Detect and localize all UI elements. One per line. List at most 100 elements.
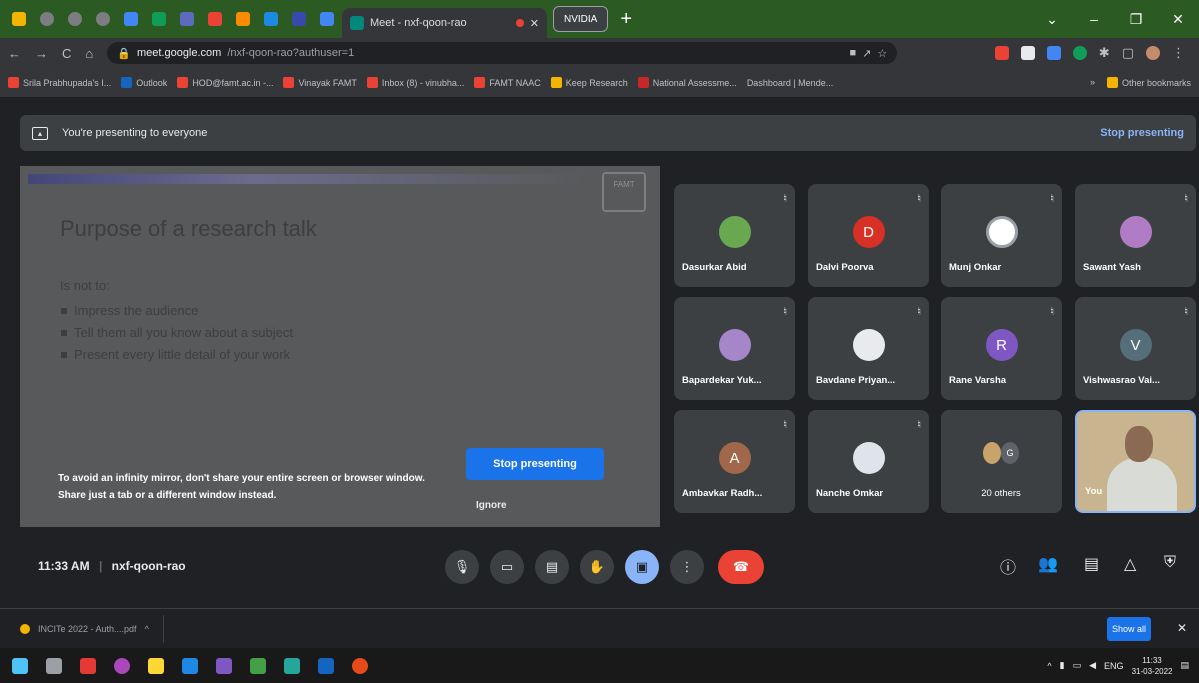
self-view-tile[interactable]: You — [1075, 410, 1196, 513]
chevron-up-icon[interactable]: ^ — [145, 624, 149, 634]
tab-search-icon[interactable]: ⌄ — [1031, 11, 1073, 28]
sidebar-icon[interactable]: ▢ — [1122, 45, 1134, 61]
pinned-tab[interactable] — [258, 6, 284, 32]
bookmark[interactable]: HOD@famt.ac.in -... — [177, 77, 273, 88]
meet-area: ▴ You're presenting to everyone Stop pre… — [0, 98, 1199, 608]
bookmark[interactable]: Vinayak FAMT — [283, 77, 357, 88]
pinned-tab[interactable] — [90, 6, 116, 32]
others-tile[interactable]: G 20 others — [941, 410, 1062, 513]
extension-icon[interactable] — [1020, 46, 1035, 60]
activities-icon[interactable]: △ — [1124, 554, 1136, 574]
word-icon[interactable] — [318, 657, 334, 674]
more-options-button[interactable]: ⋮ — [670, 550, 704, 584]
file-explorer-icon[interactable] — [148, 657, 164, 674]
pinned-tab[interactable] — [314, 6, 340, 32]
volume-icon[interactable]: ◀ — [1089, 660, 1096, 671]
menu-kebab-icon[interactable]: ⋮ — [1172, 45, 1185, 61]
captions-button[interactable]: ▤ — [535, 550, 569, 584]
active-tab[interactable]: Meet - nxf-qoon-rao ✕ — [342, 8, 547, 38]
pinned-tab[interactable] — [202, 6, 228, 32]
pinned-tab[interactable] — [6, 6, 32, 32]
more-bookmarks-icon[interactable]: » — [1090, 77, 1095, 88]
bookmark[interactable]: Inbox (8) - vinubha... — [366, 77, 464, 88]
back-icon[interactable]: ← — [8, 46, 21, 61]
raise-hand-button[interactable]: ✋ — [580, 550, 614, 584]
pinned-tab[interactable] — [286, 6, 312, 32]
bookmark[interactable]: Srila Prabhupada's I... — [8, 77, 111, 88]
windows-taskbar: ^ ▮ ▭ ◀ ENG 11:33 31-03-2022 ▤ — [0, 648, 1199, 683]
pinned-tab[interactable] — [146, 6, 172, 32]
maximize-icon[interactable]: ❐ — [1115, 11, 1157, 28]
task-view-icon[interactable] — [46, 657, 62, 674]
outlook-icon[interactable] — [182, 657, 198, 674]
battery-icon[interactable]: ▭ — [1073, 660, 1082, 671]
camera-icon[interactable]: ■ — [850, 47, 857, 59]
reload-icon[interactable]: C — [62, 46, 71, 61]
participant-tile[interactable]: ♮ A Ambavkar Radh... — [674, 410, 795, 513]
camera-button[interactable]: ▭ — [490, 550, 524, 584]
notification-icon[interactable]: ▤ — [1180, 660, 1189, 671]
people-icon[interactable]: 👥 — [1038, 554, 1058, 574]
language-indicator[interactable]: ENG — [1104, 661, 1124, 671]
bookmark[interactable]: Dashboard | Mende... — [747, 78, 833, 88]
bookmark[interactable]: Outlook — [121, 77, 167, 88]
stop-presenting-link[interactable]: Stop presenting — [1100, 127, 1184, 139]
present-button[interactable]: ▣ — [625, 550, 659, 584]
mic-button[interactable]: 🎙 — [445, 550, 479, 584]
gmail-extension-icon[interactable] — [994, 46, 1009, 60]
app-icon[interactable] — [80, 657, 96, 674]
present-screen-icon: ▴ — [32, 126, 48, 140]
meeting-details-icon[interactable]: ⓘ — [1000, 554, 1016, 578]
pinned-tab[interactable] — [174, 6, 200, 32]
nvidia-tab[interactable]: NVIDIA — [553, 6, 609, 32]
extension-icon[interactable] — [1046, 46, 1061, 60]
participant-tile[interactable]: ♮ Bapardekar Yuk... — [674, 297, 795, 400]
participant-tile[interactable]: ♮ Nanche Omkar — [808, 410, 929, 513]
participant-tile[interactable]: ♮ V Vishwasrao Vai... — [1075, 297, 1196, 400]
network-icon[interactable]: ▮ — [1060, 660, 1065, 671]
powerpoint-icon[interactable] — [352, 657, 368, 674]
other-bookmarks[interactable]: Other bookmarks — [1106, 77, 1191, 88]
participant-name: Bavdane Priyan... — [816, 375, 896, 386]
participant-tile[interactable]: ♮ Sawant Yash — [1075, 184, 1196, 287]
show-all-button[interactable]: Show all — [1107, 617, 1151, 641]
home-icon[interactable]: ⌂ — [85, 46, 93, 61]
participant-tile[interactable]: ♮ Munj Onkar — [941, 184, 1062, 287]
star-icon[interactable]: ☆ — [877, 47, 887, 60]
ignore-button[interactable]: Ignore — [476, 500, 507, 511]
app-icon[interactable] — [114, 657, 130, 674]
pinned-tab[interactable] — [34, 6, 60, 32]
forward-icon[interactable]: → — [35, 46, 48, 61]
leave-call-button[interactable]: ☎ — [718, 550, 764, 584]
puzzle-icon[interactable]: ✱ — [1099, 45, 1110, 61]
bookmark[interactable]: FAMT NAAC — [474, 77, 541, 88]
url-input[interactable]: 🔒 meet.google.com/nxf-qoon-rao?authuser=… — [107, 42, 898, 64]
profile-avatar[interactable] — [1146, 46, 1160, 60]
close-download-bar-icon[interactable]: ✕ — [1177, 621, 1187, 635]
chat-icon[interactable]: ▤ — [1084, 554, 1099, 574]
pinned-tab[interactable] — [230, 6, 256, 32]
minimize-icon[interactable]: – — [1073, 11, 1115, 27]
share-icon[interactable]: ↗ — [862, 47, 871, 60]
download-item[interactable]: INCITe 2022 - Auth....pdf ^ — [20, 614, 164, 643]
participant-tile[interactable]: ♮ Bavdane Priyan... — [808, 297, 929, 400]
tray-chevron-icon[interactable]: ^ — [1047, 661, 1051, 671]
host-controls-icon[interactable]: ⛨ — [1164, 554, 1176, 572]
visual-studio-icon[interactable] — [216, 657, 232, 674]
close-window-icon[interactable]: ✕ — [1157, 11, 1199, 28]
excel-icon[interactable] — [250, 657, 266, 674]
participant-tile[interactable]: ♮ D Dalvi Poorva — [808, 184, 929, 287]
windows-start-icon[interactable] — [12, 657, 28, 674]
participant-tile[interactable]: ♮ R Rane Varsha — [941, 297, 1062, 400]
app-icon[interactable] — [284, 657, 300, 674]
stop-presenting-button[interactable]: Stop presenting — [466, 448, 604, 480]
participant-tile[interactable]: ♮ Dasurkar Abid — [674, 184, 795, 287]
pinned-tab[interactable] — [118, 6, 144, 32]
extension-icon[interactable] — [1072, 46, 1087, 60]
bookmark[interactable]: National Assessme... — [637, 77, 737, 88]
new-tab-icon[interactable]: + — [620, 8, 632, 31]
tab-close-icon[interactable]: ✕ — [530, 17, 539, 30]
clock[interactable]: 11:33 31-03-2022 — [1132, 655, 1173, 677]
pinned-tab[interactable] — [62, 6, 88, 32]
bookmark[interactable]: Keep Research — [550, 77, 628, 88]
